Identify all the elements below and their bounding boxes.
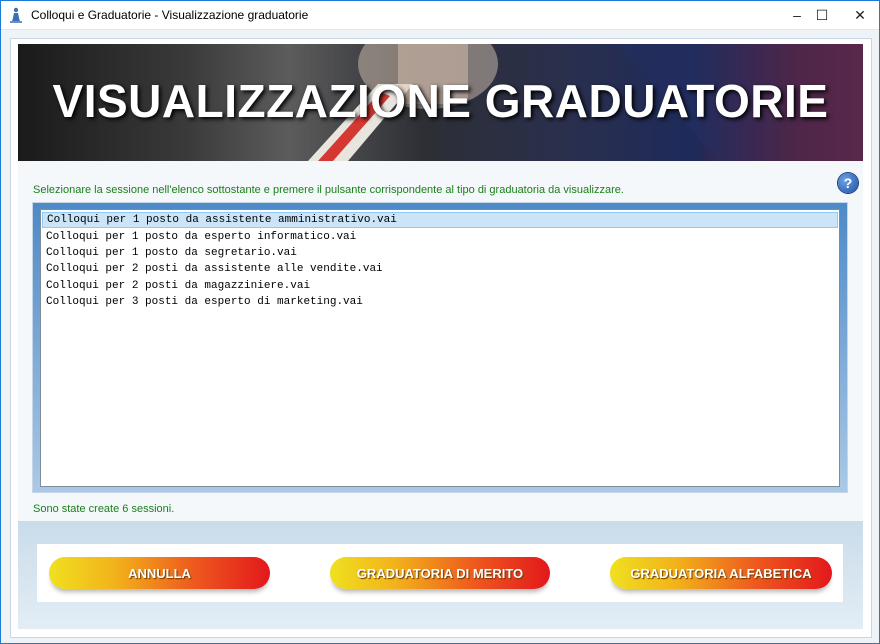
title-bar[interactable]: Colloqui e Graduatorie - Visualizzazione…: [1, 1, 879, 30]
status-text: Sono state create 6 sessioni.: [33, 503, 175, 515]
main-content: VISUALIZZAZIONE GRADUATORIE Selezionare …: [10, 38, 872, 638]
list-item[interactable]: Colloqui per 1 posto da esperto informat…: [42, 229, 838, 245]
list-item[interactable]: Colloqui per 1 posto da assistente ammin…: [42, 212, 838, 228]
list-item[interactable]: Colloqui per 2 posti da assistente alle …: [42, 261, 838, 277]
close-button[interactable]: ✕: [837, 1, 880, 29]
header-banner: VISUALIZZAZIONE GRADUATORIE: [18, 44, 863, 161]
session-list-frame: Colloqui per 1 posto da assistente ammin…: [32, 202, 848, 493]
cancel-button[interactable]: ANNULLA: [49, 557, 270, 589]
help-icon[interactable]: ?: [838, 173, 858, 193]
app-window: Colloqui e Graduatorie - Visualizzazione…: [0, 0, 880, 644]
button-area: ANNULLA GRADUATORIA DI MERITO GRADUATORI…: [18, 521, 863, 629]
app-icon: [10, 7, 22, 23]
list-item[interactable]: Colloqui per 2 posti da magazziniere.vai: [42, 278, 838, 294]
banner-title: VISUALIZZAZIONE GRADUATORIE: [52, 75, 829, 127]
button-bar: ANNULLA GRADUATORIA DI MERITO GRADUATORI…: [37, 544, 843, 602]
selection-panel: Selezionare la sessione nell'elenco sott…: [18, 161, 863, 521]
session-listbox[interactable]: Colloqui per 1 posto da assistente ammin…: [40, 209, 840, 487]
alphabetical-ranking-button[interactable]: GRADUATORIA ALFABETICA: [610, 557, 832, 589]
instruction-text: Selezionare la sessione nell'elenco sott…: [33, 184, 624, 196]
window-title: Colloqui e Graduatorie - Visualizzazione…: [31, 8, 309, 22]
list-item[interactable]: Colloqui per 3 posti da esperto di marke…: [42, 294, 838, 310]
list-item[interactable]: Colloqui per 1 posto da segretario.vai: [42, 245, 838, 261]
merit-ranking-button[interactable]: GRADUATORIA DI MERITO: [330, 557, 550, 589]
